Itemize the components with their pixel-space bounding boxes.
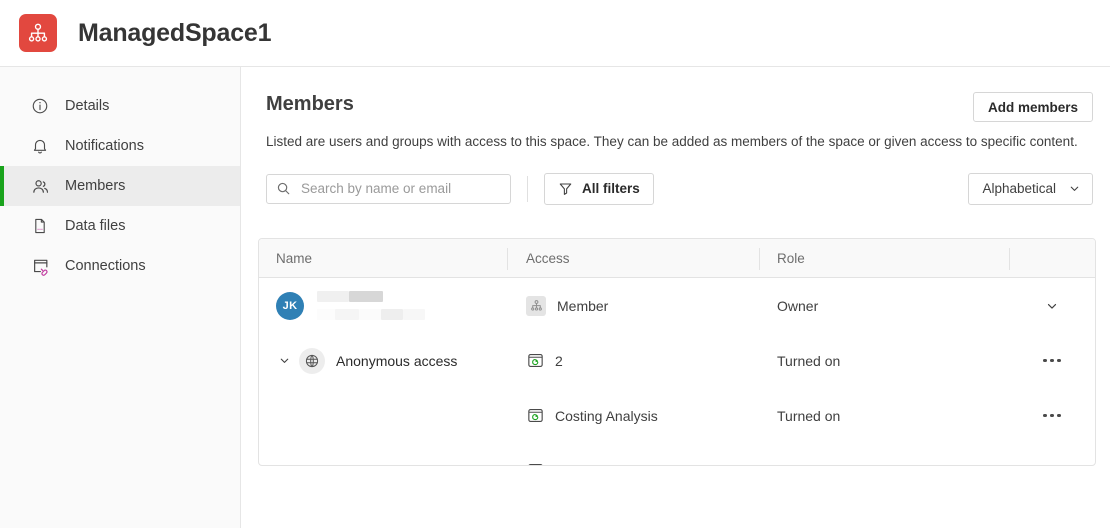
page-description: Listed are users and groups with access … [266, 134, 1078, 149]
document-icon [30, 216, 50, 236]
search-box[interactable] [266, 173, 511, 204]
child-access-cell: Sales Analysis [507, 462, 759, 466]
sidebar-item-details[interactable]: Details [0, 86, 240, 126]
child-access-cell: Costing Analysis [507, 407, 759, 425]
member-name-cell: JK [259, 291, 507, 320]
space-icon [526, 295, 546, 316]
add-members-button[interactable]: Add members [972, 92, 1093, 122]
access-label: 2 [555, 352, 563, 369]
group-name-cell: Anonymous access [259, 347, 507, 374]
access-label: Member [557, 297, 609, 314]
all-filters-label: All filters [582, 181, 640, 197]
role-label: Owner [777, 297, 819, 314]
redacted-identity [317, 291, 425, 320]
more-options-icon[interactable] [1037, 403, 1067, 429]
space-title: ManagedSpace1 [78, 18, 272, 47]
sidebar-item-label: Data files [65, 218, 126, 234]
filter-funnel-icon [558, 181, 573, 196]
members-toolbar: All filters Alphabetical [266, 172, 1110, 205]
app-icon [526, 407, 544, 425]
sidebar-item-label: Details [65, 98, 110, 114]
avatar: JK [276, 291, 304, 320]
access-label: Sales Analysis [555, 463, 645, 466]
member-role-cell: Owner [759, 298, 1009, 314]
sidebar-item-label: Members [65, 178, 126, 194]
column-divider [759, 248, 760, 270]
chevron-down-icon [1068, 182, 1081, 195]
table-header-row: Name Access Role [259, 239, 1095, 278]
group-access-cell: 2 [507, 352, 759, 370]
column-divider [1009, 248, 1010, 270]
sort-dropdown-label: Alphabetical [982, 181, 1056, 197]
connections-icon [30, 256, 50, 276]
search-input[interactable] [299, 180, 488, 198]
row-actions-cell [1009, 403, 1095, 429]
sidebar-item-members[interactable]: Members [0, 166, 240, 206]
globe-icon [299, 347, 325, 374]
role-label: Turned on [777, 463, 840, 466]
child-role-cell: Turned on [759, 408, 1009, 424]
table-row[interactable]: Anonymous access 2 Turned on [259, 333, 1095, 388]
sort-dropdown[interactable]: Alphabetical [968, 172, 1093, 205]
app-icon [526, 462, 544, 465]
sidebar-item-data-files[interactable]: Data files [0, 206, 240, 246]
group-name-label: Anonymous access [336, 352, 458, 369]
sidebar: Details Notifications Members Data files… [0, 67, 241, 528]
column-header-role: Role [777, 250, 805, 266]
table-row[interactable]: Costing Analysis Turned on [259, 388, 1095, 443]
toolbar-divider [527, 175, 528, 202]
all-filters-button[interactable]: All filters [544, 172, 654, 205]
member-access-cell: Member [507, 295, 759, 316]
sidebar-item-label: Connections [65, 258, 146, 274]
info-circle-icon [30, 96, 50, 116]
column-header-name: Name [276, 250, 313, 266]
chevron-down-icon[interactable] [1039, 293, 1065, 319]
top-bar: ManagedSpace1 [0, 0, 1110, 67]
app-icon [526, 352, 544, 370]
members-table: Name Access Role JK Member Owner Anonymo… [258, 238, 1096, 466]
role-label: Turned on [777, 407, 841, 424]
child-role-cell: Turned on [759, 463, 1009, 466]
space-hierarchy-icon [19, 14, 57, 52]
people-icon [30, 176, 50, 196]
column-divider [507, 248, 508, 270]
more-options-icon[interactable] [1037, 348, 1067, 374]
row-actions-cell [1009, 293, 1095, 319]
access-label: Costing Analysis [555, 407, 658, 424]
role-label: Turned on [777, 352, 841, 369]
row-actions-cell [1009, 458, 1095, 466]
page-header: Members Listed are users and groups with… [242, 67, 1110, 151]
members-page: ManagedSpace1 Details Notifications Memb… [0, 0, 1110, 528]
search-icon [276, 181, 291, 196]
column-header-access: Access [526, 250, 570, 266]
row-actions-cell [1009, 348, 1095, 374]
sidebar-item-connections[interactable]: Connections [0, 246, 240, 286]
more-options-icon[interactable] [1037, 458, 1067, 466]
sidebar-item-notifications[interactable]: Notifications [0, 126, 240, 166]
group-role-cell: Turned on [759, 353, 1009, 369]
main-content: Members Listed are users and groups with… [242, 67, 1110, 528]
table-row[interactable]: Sales Analysis Turned on [259, 443, 1095, 466]
table-row[interactable]: JK Member Owner [259, 278, 1095, 333]
bell-icon [30, 136, 50, 156]
chevron-down-icon[interactable] [276, 353, 292, 369]
sidebar-item-label: Notifications [65, 138, 144, 154]
